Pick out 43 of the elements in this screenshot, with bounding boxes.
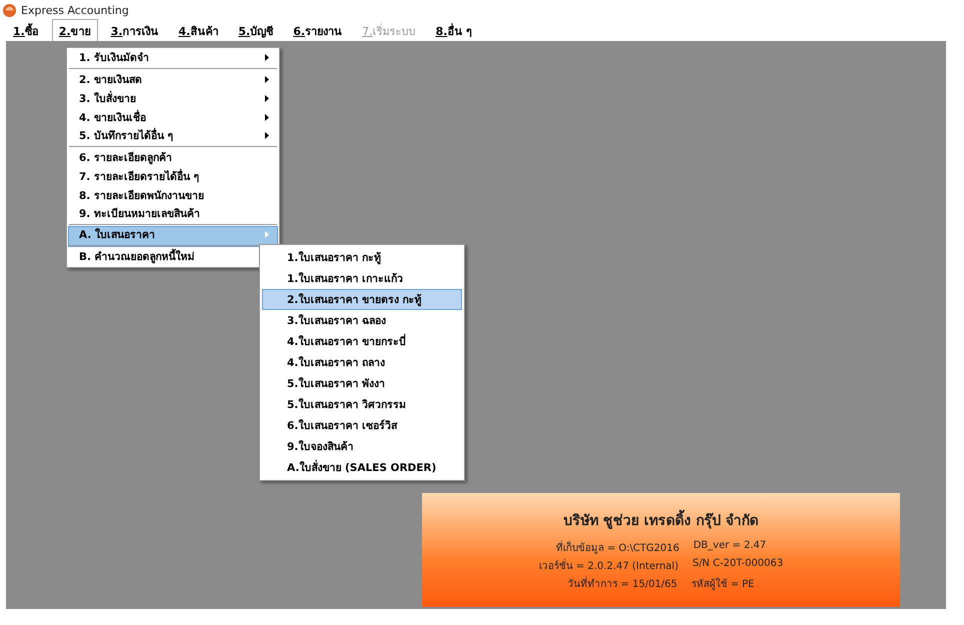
menu-item[interactable]: 1.ใบเสนอราคา เกาะแก้ว — [262, 268, 462, 289]
info-text: วันที่ทำการ = 15/01/65 — [568, 576, 678, 591]
menu-item[interactable]: 5.ใบเสนอราคา พังงา — [262, 373, 462, 394]
info-text: DB_ver = 2.47 — [693, 540, 766, 553]
menu-bar-item[interactable]: 6.รายงาน — [286, 18, 350, 42]
submenu-arrow-icon — [265, 231, 269, 238]
menu-item[interactable]: 4. ขายเงินเชื่อ — [68, 108, 278, 127]
submenu-arrow-icon — [265, 54, 269, 61]
menu-bar-item[interactable]: 8.อื่น ๆ — [428, 18, 480, 42]
menu-item[interactable]: 2. ขายเงินสด — [68, 70, 278, 89]
submenu-arrow-icon — [265, 95, 269, 102]
menu-item[interactable]: 8. รายละเอียดพนักงานขาย — [68, 186, 278, 205]
submenu-arrow-icon — [265, 114, 269, 121]
info-text: รหัสผู้ใช้ = PE — [691, 577, 754, 591]
menu-bar-item[interactable]: 3.การเงิน — [104, 18, 166, 42]
company-name: บริษัท ชูช่วย เทรดดิ้ง กรุ๊ป จำกัด — [563, 509, 759, 531]
menu-item[interactable]: A. ใบเสนอราคา — [68, 226, 278, 247]
menu-bar-item[interactable]: 5.บัญชี — [231, 18, 280, 42]
menu-item[interactable]: 6. รายละเอียดลูกค้า — [68, 148, 278, 167]
info-text: S/N C-20T-000063 — [692, 558, 784, 571]
app-logo-icon — [2, 2, 17, 18]
menu-item[interactable]: 9. ทะเบียนหมายเลขสินค้า — [68, 205, 278, 226]
menu-item[interactable]: 3.ใบเสนอราคา ฉลอง — [262, 310, 462, 331]
menu-item[interactable]: 7. รายละเอียดรายได้อื่น ๆ — [68, 167, 278, 186]
menu-item[interactable]: 5.ใบเสนอราคา วิศวกรรม — [262, 394, 462, 415]
info-text: เวอร์ชั่น = 2.0.2.47 (Internal) — [538, 558, 678, 573]
menu-item[interactable]: 2.ใบเสนอราคา ขายตรง กะทู้ — [262, 289, 462, 310]
menu-item[interactable]: 4.ใบเสนอราคา ขายกระบี่ — [262, 331, 462, 352]
menu-item[interactable]: 5. บันทึกรายได้อื่น ๆ — [68, 127, 278, 148]
info-text: ที่เก็บข้อมูล = O:\CTG2016 — [556, 540, 680, 555]
menu-bar-item[interactable]: 2.ขาย — [52, 18, 98, 42]
submenu-arrow-icon — [265, 76, 269, 83]
menu-item[interactable]: 3. ใบสั่งขาย — [68, 89, 278, 108]
menu-bar-item[interactable]: 4.สินค้า — [172, 18, 226, 42]
submenu-arrow-icon — [265, 132, 269, 139]
menu-item[interactable]: A.ใบสั่งขาย (SALES ORDER) — [262, 457, 462, 478]
menu-item[interactable]: 6.ใบเสนอราคา เซอร์วิส — [262, 415, 462, 436]
menu-item[interactable]: 9.ใบจองสินค้า — [262, 436, 462, 457]
menu-item[interactable]: 1.ใบเสนอราคา กะทู้ — [262, 247, 462, 268]
menu-item[interactable]: 1. รับเงินมัดจำ — [68, 49, 278, 70]
menu-item[interactable]: 4.ใบเสนอราคา ถลาง — [262, 352, 462, 373]
menu-bar-item[interactable]: 1.ซื้อ — [6, 18, 46, 42]
window-title: Express Accounting — [21, 4, 129, 16]
